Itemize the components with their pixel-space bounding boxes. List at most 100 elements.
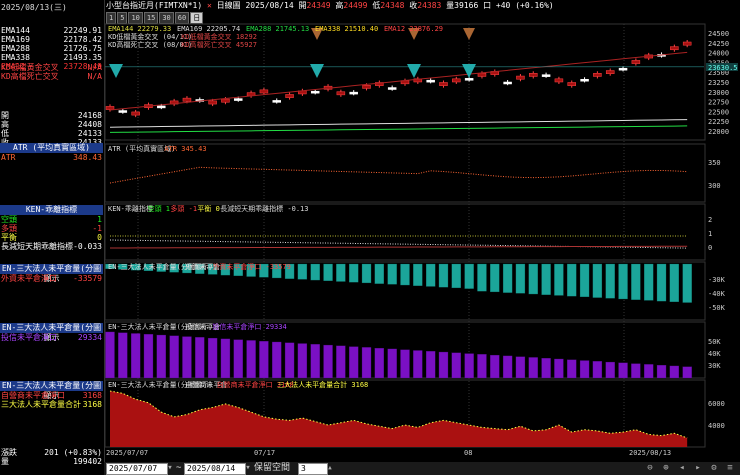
start-date-input[interactable]: 2025/07/07: [106, 463, 168, 475]
row-value: 24133: [77, 129, 102, 138]
candle-body: [439, 82, 448, 86]
candle-body: [105, 106, 115, 110]
en1-bar: [297, 263, 308, 280]
vol-row: 量 199402: [1, 457, 103, 466]
chevron-down-icon[interactable]: ▾: [164, 463, 176, 473]
y-tick-en3: 6000: [708, 400, 725, 408]
row-value: N/A: [87, 63, 102, 72]
settings-icon[interactable]: ⚙: [708, 463, 720, 473]
row-value: 24408: [77, 120, 102, 129]
menu-icon[interactable]: ≡: [724, 463, 736, 473]
chevron-down-icon-end[interactable]: ▾: [242, 463, 254, 473]
left-date: 2025/08/13(三): [1, 3, 103, 12]
end-date-input[interactable]: 2025/08/14: [184, 463, 246, 475]
en2-bar: [413, 350, 423, 379]
y-tick-main: 22000: [708, 128, 729, 136]
en2-bar: [207, 337, 218, 379]
en2-bar: [515, 356, 526, 379]
legend-en1-item: 外資未平倉淨口 -33579: [212, 262, 291, 271]
legend-main-item: EMA288 21745.13: [246, 25, 309, 33]
atr-header[interactable]: ATR (平均真實區域): [0, 143, 103, 153]
y-tick-en3: 4000: [708, 422, 725, 430]
volume-unit: 口: [483, 1, 492, 10]
en2-bar: [682, 366, 692, 379]
row-label: EMA169: [1, 35, 30, 44]
en2-bar: [464, 353, 474, 379]
x-tick-label: 07/17: [254, 449, 275, 457]
stepper-icon[interactable]: ▴: [324, 463, 336, 473]
atr-label: ATR: [1, 153, 16, 162]
candle-body: [682, 41, 692, 46]
ohlc-row: 低 24133: [1, 129, 103, 138]
row-value: 201 (+0.83%): [44, 448, 102, 457]
en1-header[interactable]: EN-三大法人未平倉量(分圖顯示: [0, 264, 103, 283]
candle-body: [131, 111, 140, 116]
volume-label: 量: [446, 1, 455, 10]
en1-bar: [400, 263, 410, 286]
row-value: -0.033: [73, 242, 102, 251]
ken-row: 空頭 1: [1, 215, 103, 224]
en2-bar: [387, 348, 397, 379]
zoom-in-icon[interactable]: ⊕: [660, 463, 672, 473]
candle-body: [259, 89, 269, 94]
en1-bar: [477, 263, 487, 292]
en2-bar: [272, 341, 282, 379]
candle-body: [118, 110, 128, 113]
x-tick-label: 2025/08/13: [629, 449, 671, 457]
y-tick-en2: 30K: [708, 362, 721, 370]
en2-bar: [143, 334, 154, 379]
en3-header[interactable]: EN-三大法人未平倉量(分圖顯示: [0, 381, 103, 400]
space-label: 保留空間: [254, 463, 291, 473]
ma-row: EMA338 21493.35: [1, 53, 103, 62]
y-tick-en1: -40K: [708, 290, 726, 298]
candle-body: [618, 67, 628, 71]
legend-ken-item: 多頭 -1: [170, 204, 197, 213]
en2-bar: [131, 333, 141, 379]
chart-area[interactable]: 2450024250240002375023500232502300022750…: [104, 22, 740, 462]
left-info-panel: 2025/08/13(三) EMA144 22249.91 EMA169 22178.…: [0, 0, 105, 475]
en1-bar: [502, 263, 513, 293]
scroll-left-icon[interactable]: ◂: [676, 463, 688, 473]
en2-bar: [451, 352, 461, 379]
zoom-out-icon[interactable]: ⊖: [644, 463, 656, 473]
en3-area: [110, 391, 688, 447]
en2-bar: [105, 331, 115, 379]
en2-bars: [105, 331, 692, 379]
en1-bar: [413, 263, 423, 286]
candle-body: [272, 100, 281, 103]
y-tick-atr: 300: [708, 182, 721, 190]
kd-golden-cross-marker: [407, 64, 421, 78]
scroll-right-icon[interactable]: ▸: [692, 463, 704, 473]
candle-body: [631, 60, 641, 64]
chart-type: 日線圖: [216, 1, 241, 10]
en2-header[interactable]: EN-三大法人未平倉量(分圖顯示: [0, 323, 103, 342]
row-label: 空頭: [1, 215, 17, 224]
en1-bar: [631, 263, 641, 300]
en1-bar: [644, 263, 654, 301]
symbol-name[interactable]: 小型台指近月(FIMTXN*1): [106, 1, 202, 10]
ken-header[interactable]: KEN-乖離指標: [0, 205, 103, 215]
en2-bar: [374, 348, 384, 379]
en1-bar: [361, 263, 372, 284]
en2-row: 投信未平倉淨口 29334: [1, 333, 103, 342]
row-label: 平衡: [1, 233, 17, 242]
legend-ken-item: KEN-乖離指標: [108, 204, 153, 213]
en1-bar: [669, 263, 679, 302]
en2-bar: [284, 342, 295, 379]
en3-row: 三大法人未平倉量合計 3168: [1, 400, 103, 409]
en1-bar: [605, 263, 615, 299]
en2-bar: [195, 337, 205, 379]
en1-bar: [336, 263, 346, 282]
row-label: KD低檔黃金交叉: [1, 63, 59, 72]
close-value: 24383: [417, 1, 442, 10]
volume-value: 39166: [454, 1, 479, 10]
en1-bar: [387, 263, 397, 285]
candle-body: [580, 78, 589, 82]
close-icon[interactable]: ✕: [207, 1, 212, 10]
ema288-line: [109, 125, 688, 133]
ken-row: 平衡 0: [1, 233, 103, 242]
y-tick-en2: 40K: [708, 350, 721, 358]
y-tick-main: 23000: [708, 89, 729, 97]
open-value: 24349: [306, 1, 331, 10]
en2-label: 投信未平倉淨口: [1, 333, 57, 342]
